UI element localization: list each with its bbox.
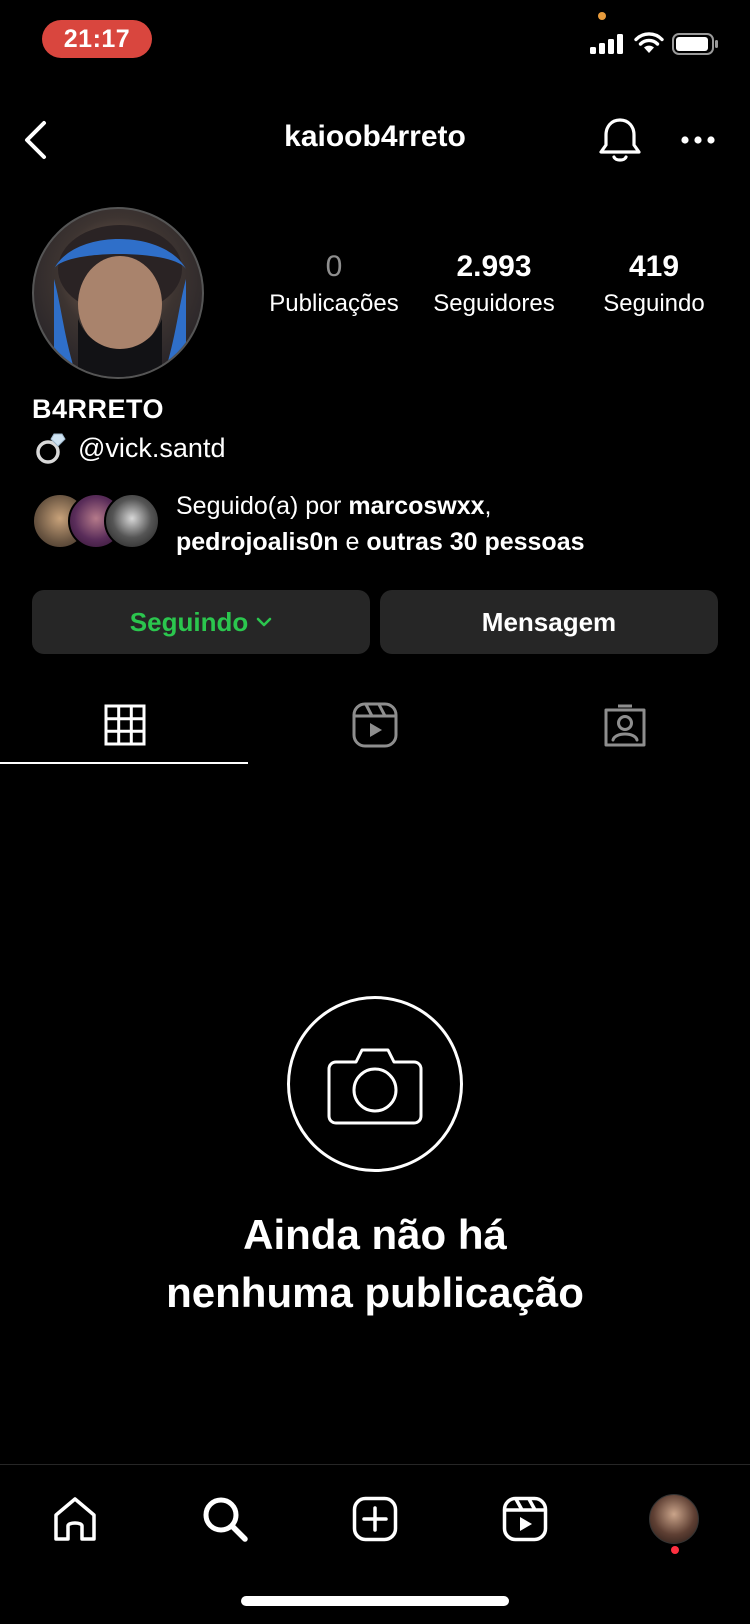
nav-home[interactable]: [45, 1489, 105, 1549]
profile-header: kaioob4rreto: [0, 100, 750, 180]
followed-by-conjunction: e: [338, 528, 367, 556]
home-indicator[interactable]: [241, 1596, 509, 1606]
profile-tabs: [0, 686, 750, 766]
followed-by-row[interactable]: Seguido(a) por marcoswxx, pedrojoalis0n …: [32, 488, 722, 568]
grid-icon: [104, 704, 146, 746]
tab-tagged[interactable]: [500, 686, 750, 764]
profile-bio: @vick.santd: [32, 430, 225, 466]
stat-followers[interactable]: 2.993 Seguidores: [414, 250, 574, 318]
followers-label: Seguidores: [433, 290, 555, 317]
search-icon: [203, 1497, 248, 1542]
more-horizontal-icon: [681, 136, 715, 144]
home-icon: [54, 1497, 96, 1541]
profile-stats: 0 Publicações 2.993 Seguidores 419 Segui…: [0, 250, 750, 330]
message-button-label: Mensagem: [481, 606, 617, 637]
profile-display-name: B4RRETO: [32, 394, 165, 424]
following-count: 419: [628, 250, 680, 283]
followed-by-text: Seguido(a) por marcoswxx, pedrojoalis0n …: [176, 488, 585, 560]
reels-icon: [502, 1496, 548, 1542]
bio-mention-link[interactable]: @vick.santd: [78, 433, 225, 464]
message-button[interactable]: Mensagem: [380, 590, 718, 654]
posts-label: Publicações: [269, 290, 399, 317]
followed-by-user-2[interactable]: pedrojoalis0n: [176, 528, 339, 556]
posts-count: 0: [325, 250, 343, 283]
nav-reels[interactable]: [495, 1489, 555, 1549]
following-button-label: Seguindo: [129, 606, 249, 637]
empty-state-line-2: nenhuma publicação: [166, 1269, 584, 1316]
notification-dot: [671, 1546, 679, 1554]
tab-posts-grid[interactable]: [0, 686, 250, 764]
wifi-icon: [634, 32, 664, 53]
privacy-indicator-dot: [598, 12, 606, 20]
stat-following[interactable]: 419 Seguindo: [574, 250, 734, 318]
status-time[interactable]: 21:17: [42, 20, 152, 58]
following-label: Seguindo: [603, 290, 705, 317]
followed-by-prefix: Seguido(a) por: [176, 492, 349, 520]
nav-create[interactable]: [345, 1489, 405, 1549]
nav-profile-avatar: [649, 1494, 699, 1544]
followers-count: 2.993: [456, 250, 532, 283]
empty-state-camera: [287, 996, 463, 1172]
following-button[interactable]: Seguindo: [32, 590, 370, 654]
status-bar: 21:17: [0, 0, 750, 80]
followed-by-user-1[interactable]: marcoswxx: [348, 492, 484, 520]
empty-state-line-1: Ainda não há: [243, 1211, 507, 1258]
chevron-down-icon: [256, 617, 272, 627]
notifications-button[interactable]: [594, 114, 646, 166]
nav-profile[interactable]: [644, 1489, 704, 1549]
followed-by-avatars: [32, 493, 162, 553]
battery-icon: [672, 33, 718, 55]
active-tab-indicator: [0, 762, 248, 764]
stat-posts: 0 Publicações: [254, 250, 414, 318]
camera-icon: [327, 1048, 423, 1125]
follower-avatar: [104, 493, 160, 549]
followed-by-others[interactable]: outras 30 pessoas: [366, 528, 584, 556]
empty-state-message: Ainda não há nenhuma publicação: [0, 1206, 750, 1322]
bell-icon: [599, 118, 641, 162]
followed-by-separator: ,: [484, 492, 492, 520]
cellular-signal-icon: [590, 34, 623, 54]
tab-reels[interactable]: [250, 686, 500, 764]
create-icon: [352, 1496, 398, 1542]
more-options-button[interactable]: [672, 116, 724, 164]
nav-search[interactable]: [195, 1489, 255, 1549]
tagged-icon: [604, 704, 646, 747]
reels-icon: [352, 702, 398, 748]
ring-icon: [36, 433, 66, 464]
